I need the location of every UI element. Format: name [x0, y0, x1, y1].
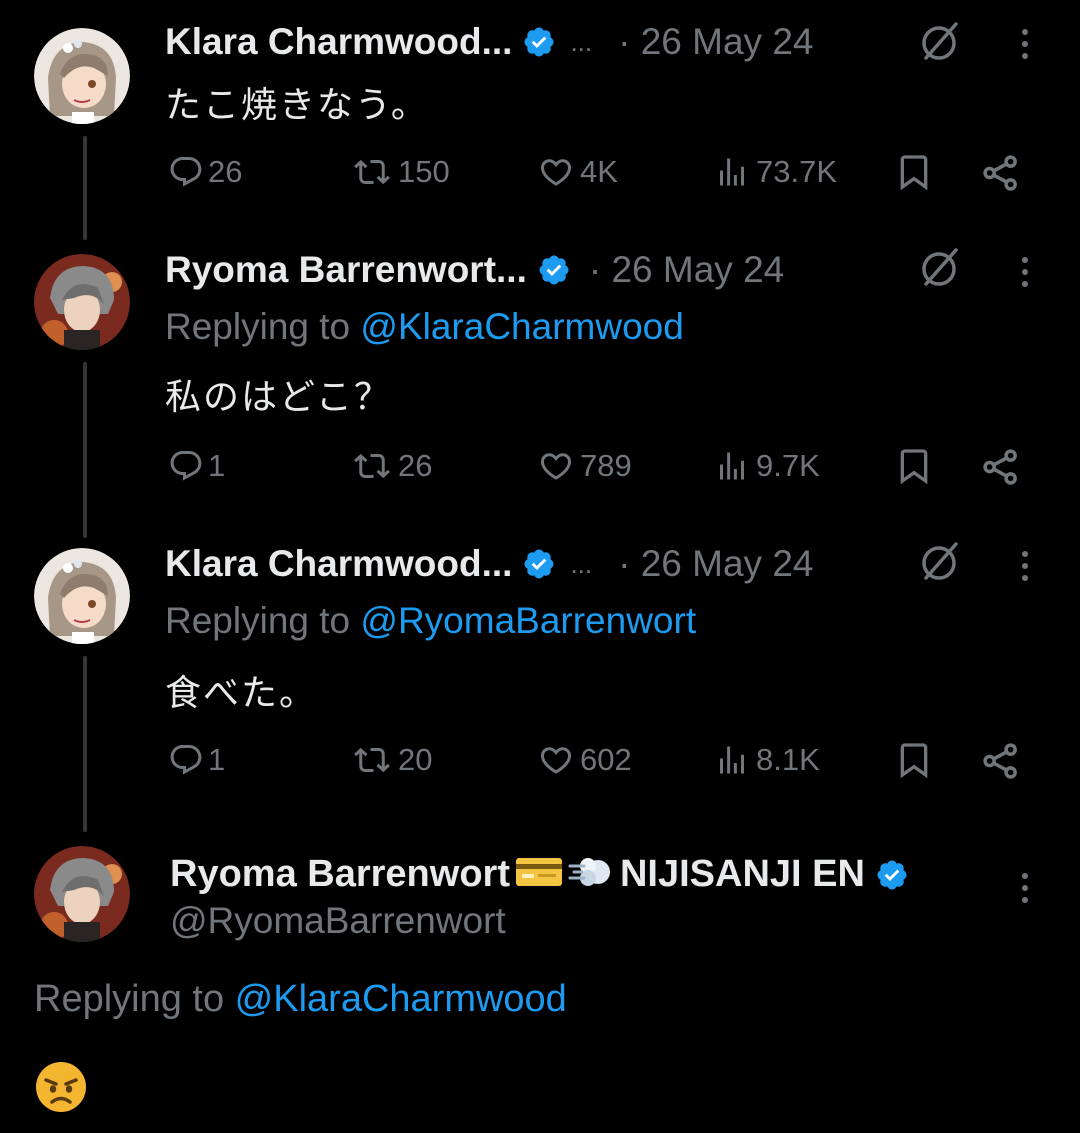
avatar-klara[interactable] — [34, 548, 130, 644]
dash-symbol-icon — [568, 852, 612, 897]
avatar-ryoma[interactable] — [34, 254, 130, 350]
angry-face-emoji — [34, 1060, 88, 1114]
tweet-header: Klara Charmwood... ... · 26 May 24 — [165, 540, 814, 588]
reply-button[interactable]: 26 — [168, 154, 242, 190]
views-count: 9.7K — [756, 448, 820, 483]
share-icon — [983, 449, 1017, 485]
like-button[interactable]: 602 — [536, 742, 632, 778]
author-name[interactable]: Klara Charmwood... — [165, 543, 512, 585]
heart-icon — [540, 159, 572, 186]
views-button[interactable]: 9.7K — [712, 448, 820, 484]
main-author-row: Ryoma Barrenwort NIJISANJI EN — [170, 852, 909, 897]
repost-count: 150 — [398, 154, 450, 189]
share-button[interactable] — [980, 740, 1022, 782]
mention-link[interactable]: @KlaraCharmwood — [235, 978, 567, 1020]
replying-to-label: Replying to — [165, 306, 361, 347]
repost-count: 20 — [398, 742, 433, 777]
reply-count: 1 — [208, 742, 226, 777]
name-overflow-dots: ... — [570, 26, 593, 57]
reply-count: 1 — [208, 448, 226, 483]
tweet-2[interactable]: Ryoma Barrenwort... · 26 May 24 Replying… — [0, 240, 1080, 540]
verified-badge-icon — [522, 25, 556, 59]
views-count: 8.1K — [756, 742, 820, 777]
reply-icon — [170, 451, 202, 481]
replying-to: Replying to @KlaraCharmwood — [165, 306, 684, 348]
author-name[interactable]: Ryoma Barrenwort — [170, 853, 510, 896]
action-bar: 1 26 789 9.7K — [0, 444, 1080, 494]
tweet-text: 食べた。 — [165, 672, 318, 713]
like-count: 4K — [580, 154, 618, 189]
repost-button[interactable]: 150 — [350, 154, 450, 190]
tweet-header: Klara Charmwood... ... · 26 May 24 — [165, 18, 814, 66]
tweet-3[interactable]: Klara Charmwood... ... · 26 May 24 Reply… — [0, 540, 1080, 836]
views-button[interactable]: 73.7K — [712, 154, 837, 190]
repost-button[interactable]: 26 — [350, 448, 432, 484]
mention-link[interactable]: @RyomaBarrenwort — [360, 600, 696, 641]
views-count: 73.7K — [756, 154, 838, 189]
share-icon — [983, 155, 1017, 191]
tweet-1[interactable]: Klara Charmwood... ... · 26 May 24 たこ焼きな… — [0, 0, 1080, 240]
tweet-date[interactable]: · 26 May 24 — [589, 249, 784, 291]
reply-button[interactable]: 1 — [168, 448, 225, 484]
author-name[interactable]: Klara Charmwood... — [165, 21, 512, 63]
heart-icon — [540, 747, 572, 774]
action-bar: 1 20 602 8.1K — [0, 738, 1080, 788]
replying-to: Replying to @RyomaBarrenwort — [165, 600, 696, 642]
avatar-ryoma[interactable] — [34, 846, 130, 942]
replying-to-label: Replying to — [34, 978, 235, 1020]
author-affiliation: NIJISANJI EN — [619, 853, 865, 895]
tweet-text: たこ焼きなう。 — [165, 84, 429, 125]
name-overflow-dots: ... — [570, 548, 593, 579]
replying-to-label: Replying to — [165, 600, 361, 641]
more-options-icon[interactable] — [1018, 252, 1032, 292]
repost-count: 26 — [398, 448, 433, 483]
views-button[interactable]: 8.1K — [712, 742, 820, 778]
like-button[interactable]: 4K — [536, 154, 618, 190]
author-handle[interactable]: @RyomaBarrenwort — [170, 900, 506, 942]
action-bar: 26 150 4K 73.7K — [0, 150, 1080, 200]
more-options-icon[interactable] — [1018, 24, 1032, 64]
mention-link[interactable]: @KlaraCharmwood — [360, 306, 683, 347]
credit-card-icon — [514, 854, 564, 895]
bookmark-icon — [900, 155, 928, 191]
share-button[interactable] — [980, 446, 1022, 488]
more-options-icon[interactable] — [1018, 546, 1032, 586]
repost-icon — [354, 747, 390, 773]
verified-badge-icon — [522, 547, 556, 581]
tweet-text: 私のはどこ？ — [165, 376, 392, 417]
verified-badge-icon — [537, 253, 571, 287]
bookmark-icon — [900, 449, 928, 485]
like-count: 602 — [580, 742, 632, 777]
views-bar-chart-icon — [720, 746, 744, 774]
verified-badge-icon — [875, 858, 909, 892]
grok-icon[interactable] — [918, 246, 962, 290]
tweet-date[interactable]: · 26 May 24 — [618, 21, 813, 63]
views-bar-chart-icon — [720, 452, 744, 480]
like-count: 789 — [580, 448, 632, 483]
avatar-klara[interactable] — [34, 28, 130, 124]
more-options-icon[interactable] — [1018, 868, 1032, 908]
grok-icon[interactable] — [918, 540, 962, 584]
share-icon — [983, 743, 1017, 779]
reply-button[interactable]: 1 — [168, 742, 225, 778]
author-name[interactable]: Ryoma Barrenwort... — [165, 249, 527, 291]
reply-icon — [170, 745, 202, 775]
bookmark-button[interactable] — [894, 152, 934, 192]
bookmark-button[interactable] — [894, 446, 934, 486]
grok-icon[interactable] — [918, 20, 962, 64]
heart-icon — [540, 453, 572, 480]
reply-count: 26 — [208, 154, 243, 189]
repost-button[interactable]: 20 — [350, 742, 432, 778]
replying-to: Replying to @KlaraCharmwood — [34, 978, 567, 1021]
tweet-date[interactable]: · 26 May 24 — [618, 543, 813, 585]
reply-icon — [170, 157, 202, 187]
share-button[interactable] — [980, 152, 1022, 194]
bookmark-button[interactable] — [894, 740, 934, 780]
repost-icon — [354, 453, 390, 479]
views-bar-chart-icon — [720, 158, 744, 186]
tweet-header: Ryoma Barrenwort... · 26 May 24 — [165, 246, 784, 294]
bookmark-icon — [900, 743, 928, 779]
repost-icon — [354, 159, 390, 185]
like-button[interactable]: 789 — [536, 448, 632, 484]
